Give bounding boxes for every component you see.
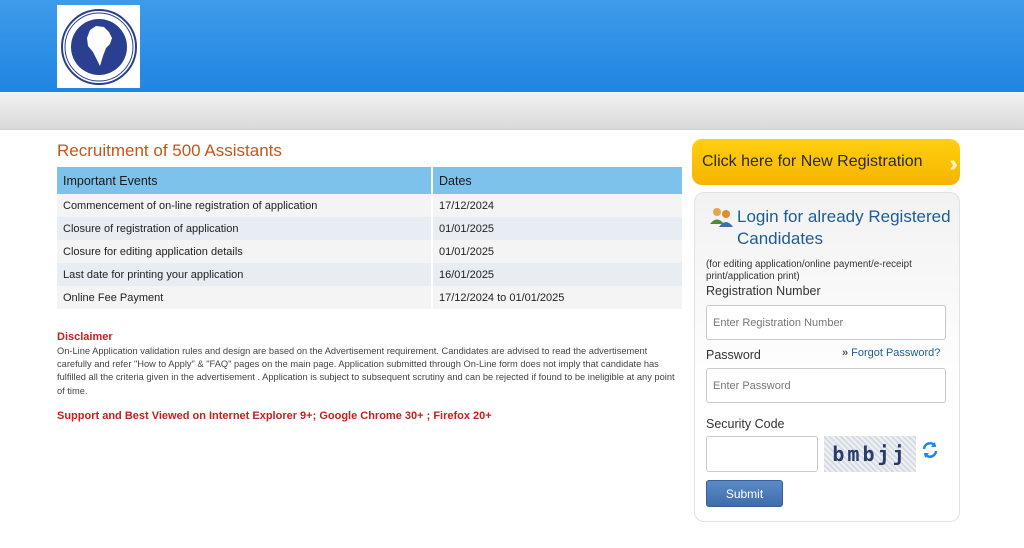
browser-support-note: Support and Best Viewed on Internet Expl… [57, 410, 492, 422]
double-chevron-right-icon: ›› [949, 151, 957, 176]
login-heading: Login for already Registered Candidates [737, 207, 951, 248]
security-code-label: Security Code [706, 417, 785, 431]
forgot-password-label: Forgot Password? [851, 347, 941, 359]
date-cell: 01/01/2025 [432, 217, 684, 240]
table-row: Closure of registration of application 0… [57, 217, 684, 240]
date-cell: 17/12/2024 to 01/01/2025 [432, 286, 684, 309]
new-india-assurance-logo-icon [60, 8, 137, 85]
captcha-text: bmbjj [832, 442, 908, 466]
table-row: Online Fee Payment 17/12/2024 to 01/01/2… [57, 286, 684, 309]
table-header-row: Important Events Dates [57, 167, 684, 194]
registration-number-input[interactable] [706, 305, 946, 340]
table-row: Closure for editing application details … [57, 240, 684, 263]
event-cell: Online Fee Payment [57, 286, 433, 309]
password-input[interactable] [706, 368, 946, 403]
forgot-password-link[interactable]: » Forgot Password? [842, 347, 940, 359]
users-icon [710, 208, 733, 227]
column-header-dates: Dates [432, 167, 684, 194]
login-subtext: (for editing application/online payment/… [706, 259, 912, 282]
double-chevron-right-icon: » [842, 347, 849, 359]
table-row: Last date for printing your application … [57, 263, 684, 286]
event-cell: Closure for editing application details [57, 240, 433, 263]
disclaimer-title: Disclaimer [57, 331, 113, 343]
event-cell: Closure of registration of application [57, 217, 433, 240]
new-registration-label: Click here for New Registration [702, 153, 923, 170]
disclaimer-text: On-Line Application validation rules and… [57, 346, 675, 396]
important-events-table: Important Events Dates Commencement of o… [57, 167, 684, 309]
security-code-input[interactable] [706, 436, 818, 472]
refresh-icon[interactable] [920, 440, 940, 460]
page-title: Recruitment of 500 Assistants [57, 141, 282, 160]
date-cell: 01/01/2025 [432, 240, 684, 263]
page-header [0, 0, 1024, 92]
table-row: Commencement of on-line registration of … [57, 194, 684, 217]
registration-number-label: Registration Number [706, 284, 821, 298]
sub-header-bar [0, 92, 1024, 130]
column-header-events: Important Events [57, 167, 433, 194]
new-registration-button[interactable]: Click here for New Registration ›› [692, 139, 960, 185]
captcha-image: bmbjj [824, 436, 916, 472]
date-cell: 16/01/2025 [432, 263, 684, 286]
event-cell: Last date for printing your application [57, 263, 433, 286]
company-logo [57, 5, 140, 88]
date-cell: 17/12/2024 [432, 194, 684, 217]
event-cell: Commencement of on-line registration of … [57, 194, 433, 217]
password-label: Password [706, 348, 761, 362]
submit-button[interactable]: Submit [706, 480, 783, 507]
